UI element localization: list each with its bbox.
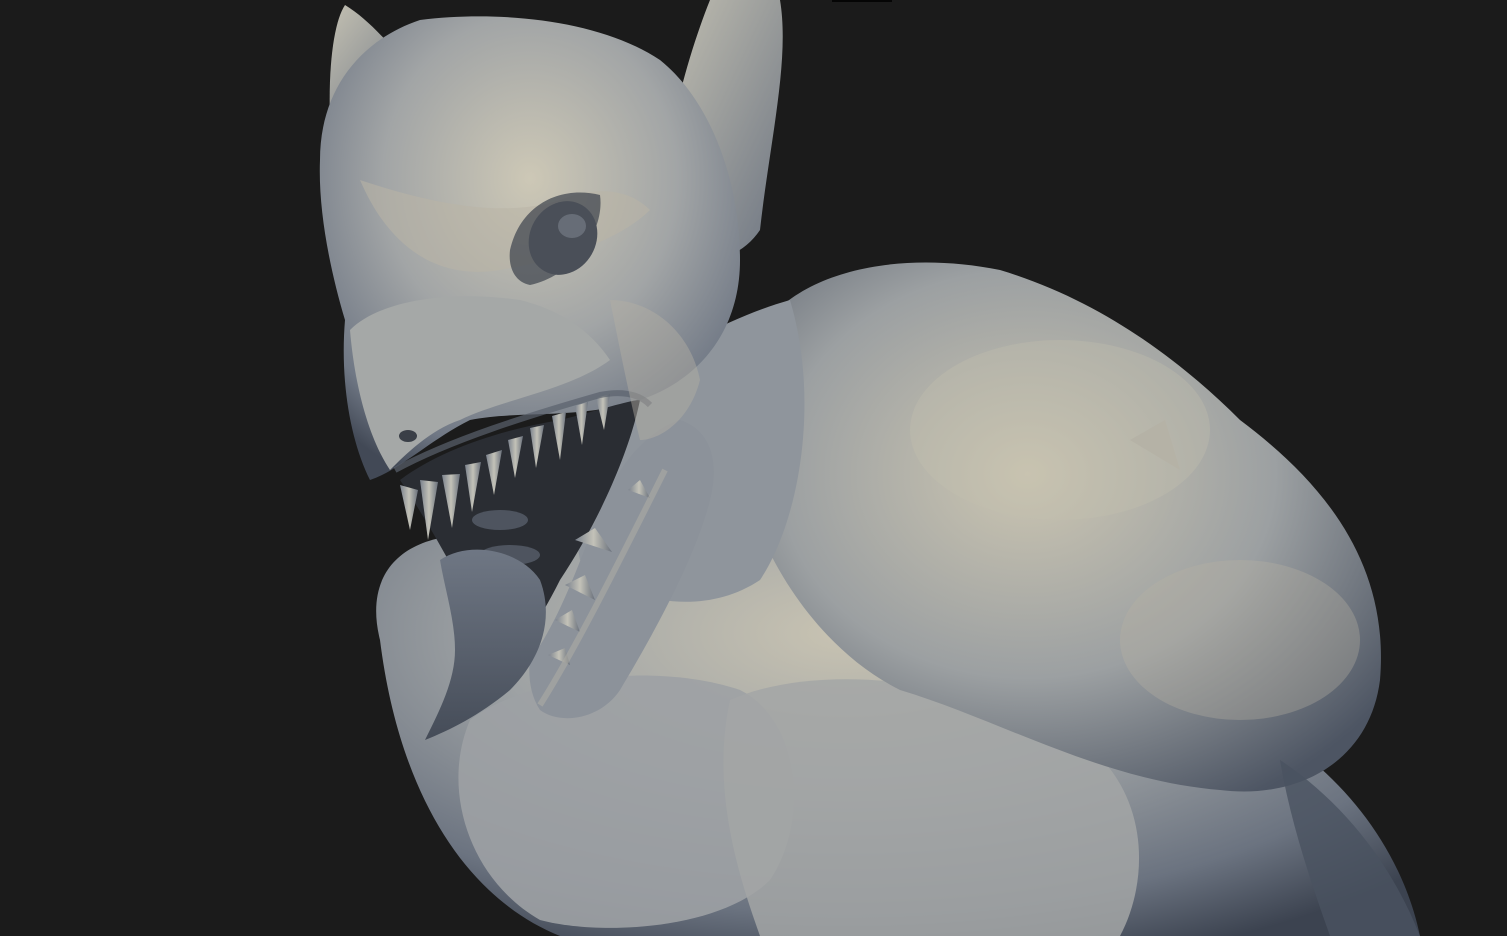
bicep-highlight [1120, 560, 1360, 720]
nostril [399, 430, 417, 442]
3d-viewport[interactable] [0, 0, 1507, 936]
creature-sculpt [319, 0, 1420, 936]
eye-highlight [558, 214, 586, 238]
